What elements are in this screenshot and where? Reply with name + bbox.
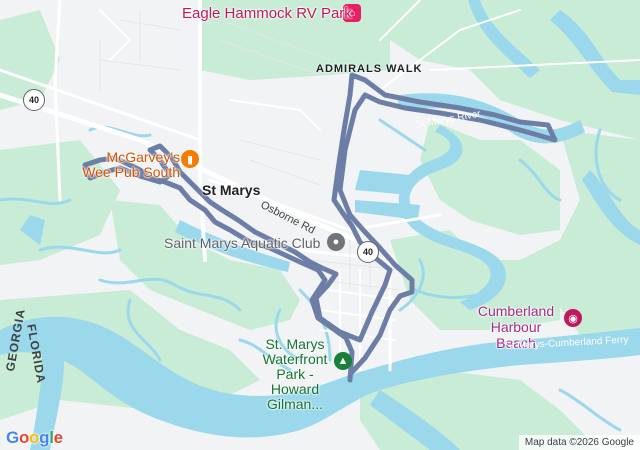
mcgarveys-label[interactable]: McGarvey's Wee Pub South	[80, 150, 180, 180]
st-marys-label: St Marys	[202, 182, 261, 198]
admirals-walk-label: ADMIRALS WALK	[316, 63, 423, 75]
tree-icon[interactable]: ▲	[334, 352, 352, 370]
google-logo-text: Google	[6, 428, 63, 447]
route-40-shield: 40	[23, 89, 45, 111]
map-canvas[interactable]: 40 40 ⌂ ▮ ● ▲ ◉ Eagle Hammock RV Park AD…	[0, 0, 640, 450]
eagle-hammock-label[interactable]: Eagle Hammock RV Park	[182, 5, 352, 22]
camera-icon[interactable]: ◉	[564, 309, 582, 327]
google-logo[interactable]: Google	[6, 428, 63, 448]
beer-icon[interactable]: ▮	[181, 150, 199, 168]
route-40-shield: 40	[357, 241, 379, 263]
pool-icon[interactable]: ●	[327, 233, 345, 251]
aquatic-club-label[interactable]: Saint Marys Aquatic Club	[164, 235, 320, 251]
map-attribution[interactable]: Map data ©2026 Google	[518, 435, 640, 450]
waterfront-park-label[interactable]: St. Marys Waterfront Park - Howard Gilma…	[258, 337, 332, 412]
